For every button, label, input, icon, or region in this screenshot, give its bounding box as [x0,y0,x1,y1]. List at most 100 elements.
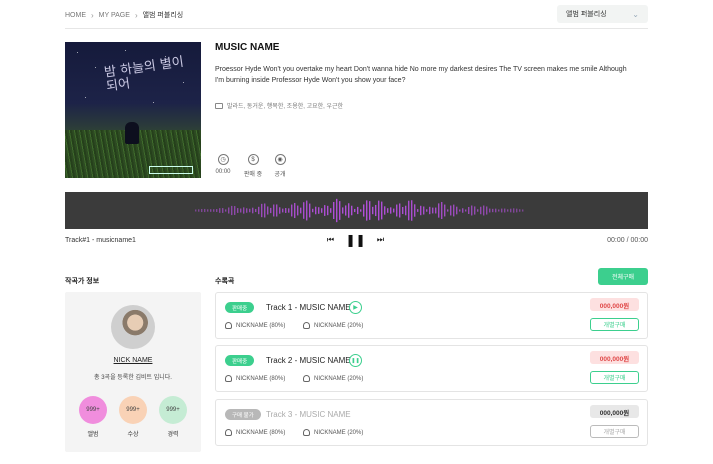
waveform-player[interactable] [65,192,648,229]
previous-icon[interactable]: ⏮ [325,233,336,247]
breadcrumb: HOME › MY PAGE › 앨범 퍼블리싱 [65,10,183,20]
stat-label: 판매 중 [243,172,263,178]
page-select-dropdown[interactable]: 앨범 퍼블리싱 ⌄ [557,5,648,23]
status-badge: 판매중 [225,355,255,366]
people-icon [303,322,310,329]
wave-bar [207,209,209,212]
person-icon [225,322,232,329]
divider [65,28,648,29]
wave-bar [195,209,197,212]
wave-bar [267,206,269,215]
wave-bar [444,204,446,217]
wave-bar [384,206,386,215]
credit-primary: NICKNAME (80%) [225,322,285,329]
wave-bar [432,207,434,214]
wave-bar [306,200,308,221]
track-name: Track 2 - MUSIC NAME [266,356,351,365]
wave-bar [330,208,332,213]
composer-section-title: 작곡가 정보 [65,278,100,285]
wave-bar [360,209,362,212]
chevron-right-icon: › [134,10,138,20]
wave-bar [351,205,353,216]
credit-text: NICKNAME (20%) [314,322,364,329]
wave-bar [498,209,500,212]
wave-bar [258,206,260,215]
wave-bar [366,200,368,221]
wave-bar [333,201,335,220]
track-name: Track 1 - MUSIC NAME [266,303,351,312]
wave-bar [243,207,245,214]
stat-label: 00:00 [215,169,231,175]
people-icon [303,375,310,382]
wave-bar [339,201,341,220]
wave-bar [300,207,302,214]
wave-bar [291,204,293,217]
person-icon [225,375,232,382]
next-icon[interactable]: ⏭ [375,233,386,247]
album-title: MUSIC NAME [215,42,280,53]
wave-bar [381,201,383,220]
album-cover: 밤 하늘의 별이 되어 [65,42,201,178]
status-badge: 구매 불가 [225,409,261,420]
breadcrumb-mypage[interactable]: MY PAGE [99,12,130,19]
wave-bar [213,209,215,212]
wave-bar [345,205,347,216]
buy-track-button[interactable]: 개별구매 [590,425,639,438]
cover-title-art: 밤 하늘의 별이 되어 [103,54,185,95]
wave-bar [372,206,374,215]
stat-bubble-album: 999+ [79,396,107,424]
wave-bar [348,203,350,218]
credit-text: NICKNAME (20%) [314,375,364,382]
composer-nickname[interactable]: NICK NAME [65,357,201,364]
track-row: 판매중 Track 2 - MUSIC NAME ❚❚ NICKNAME (80… [215,345,648,392]
composer-subtitle: 총 3곡을 등록한 김비트 입니다. [94,375,172,381]
wave-bar [519,209,521,212]
wave-bar [231,205,233,216]
wave-bar [441,201,443,220]
waveform[interactable] [65,192,648,229]
cover-stamp [149,166,193,174]
wave-bar [492,208,494,213]
wave-bar [378,200,380,221]
breadcrumb-current: 앨범 퍼블리싱 [142,12,184,19]
buy-track-button[interactable]: 개별구매 [590,318,639,331]
chevron-down-icon: ⌄ [632,9,639,19]
breadcrumb-home[interactable]: HOME [65,12,86,19]
play-icon[interactable]: ▶ [349,301,362,314]
wave-bar [282,208,284,213]
credit-secondary: NICKNAME (20%) [303,429,363,436]
stat-label-award: 수상 [127,432,139,438]
pause-icon[interactable]: ❚❚ [345,233,365,247]
wave-bar [408,200,410,221]
wave-bar [225,209,227,212]
stat-bubble-career: 999+ [159,396,187,424]
wave-bar [426,209,428,212]
wave-bar [522,209,524,212]
buy-all-button[interactable]: 전체구매 [598,268,648,285]
album-description: Proessor Hyde Won't you overtake my hear… [215,66,627,84]
wave-bar [228,207,230,214]
wave-bar [318,207,320,214]
credit-primary: NICKNAME (80%) [225,375,285,382]
wave-bar [510,208,512,213]
tracks-section-title: 수록곡 [215,278,235,285]
now-playing-label: Track#1 - musicname1 [65,237,136,244]
wave-bar [204,208,206,213]
wave-bar [495,208,497,213]
time-readout: 00:00 / 00:00 [607,237,648,244]
wave-bar [489,208,491,213]
wave-bar [222,208,224,213]
wave-bar [297,205,299,216]
wave-bar [261,203,263,218]
wave-bar [507,209,509,212]
eye-icon: ◉ [274,154,286,165]
wave-bar [210,209,212,212]
wave-bar [237,208,239,213]
credit-text: NICKNAME (80%) [236,429,286,436]
wave-bar [315,206,317,215]
wave-bar [423,206,425,215]
status-badge: 판매중 [225,302,255,313]
player-controls: ⏮ ❚❚ ⏭ [325,233,386,247]
pause-icon[interactable]: ❚❚ [349,354,362,367]
buy-track-button[interactable]: 개별구매 [590,371,639,384]
